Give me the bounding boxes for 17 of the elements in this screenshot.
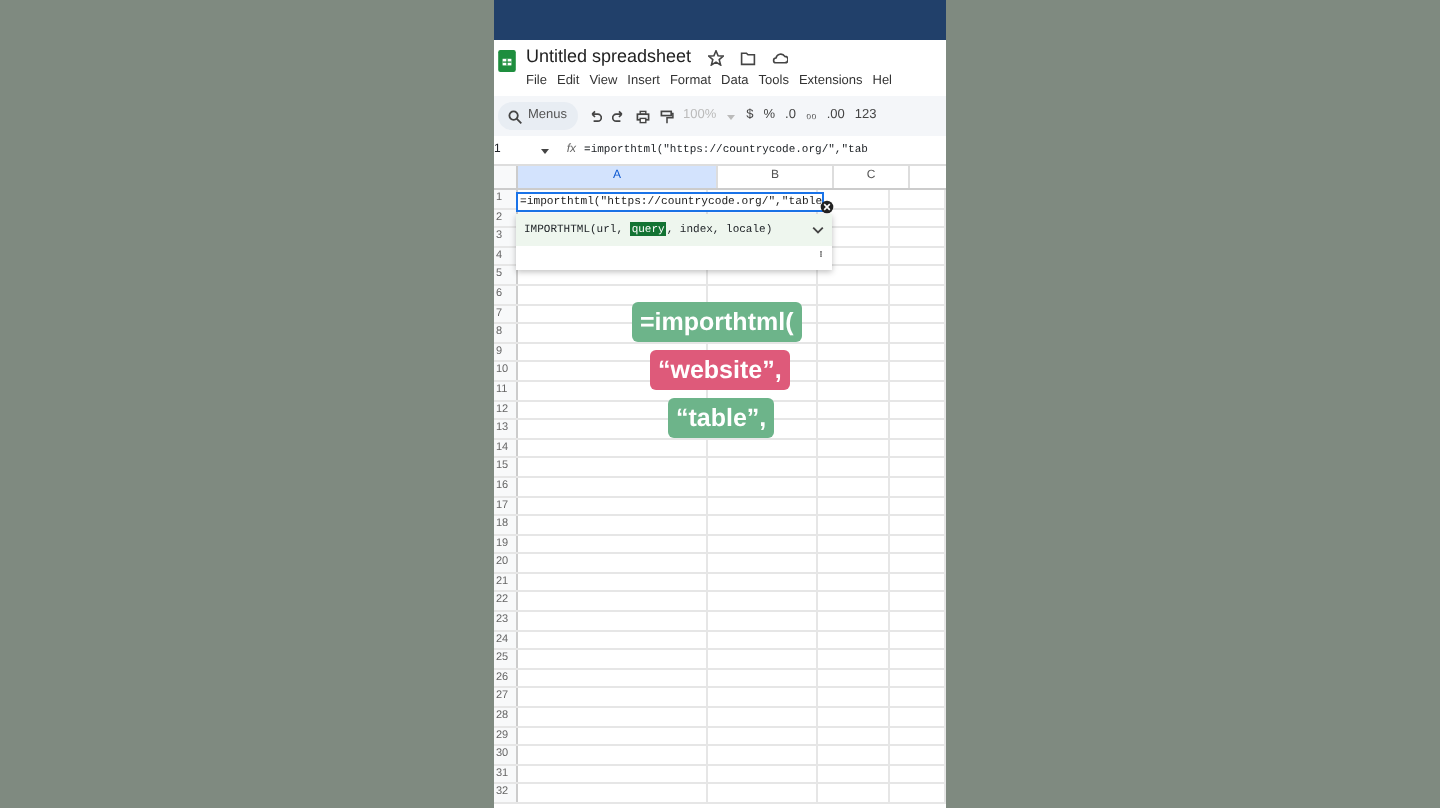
folder-icon[interactable] [739, 49, 756, 65]
chevron-down-icon[interactable] [812, 224, 824, 236]
search-icon [508, 109, 522, 123]
document-title[interactable]: Untitled spreadsheet [526, 46, 692, 68]
close-icon[interactable] [820, 200, 834, 214]
caption-tag: =importhtml( [632, 302, 802, 342]
print-icon[interactable] [635, 109, 650, 123]
paint-format-icon[interactable] [659, 109, 674, 123]
cloud-icon[interactable] [771, 49, 788, 65]
star-icon[interactable] [707, 49, 724, 65]
caption-tag: “website”, [650, 350, 790, 390]
caption-tag: “table”, [668, 398, 775, 438]
undo-icon[interactable] [587, 109, 602, 123]
caret-down-icon[interactable] [540, 145, 551, 155]
spreadsheet-logo-icon[interactable] [496, 46, 518, 76]
redo-icon[interactable] [611, 109, 626, 123]
caret-down-icon [726, 111, 737, 121]
